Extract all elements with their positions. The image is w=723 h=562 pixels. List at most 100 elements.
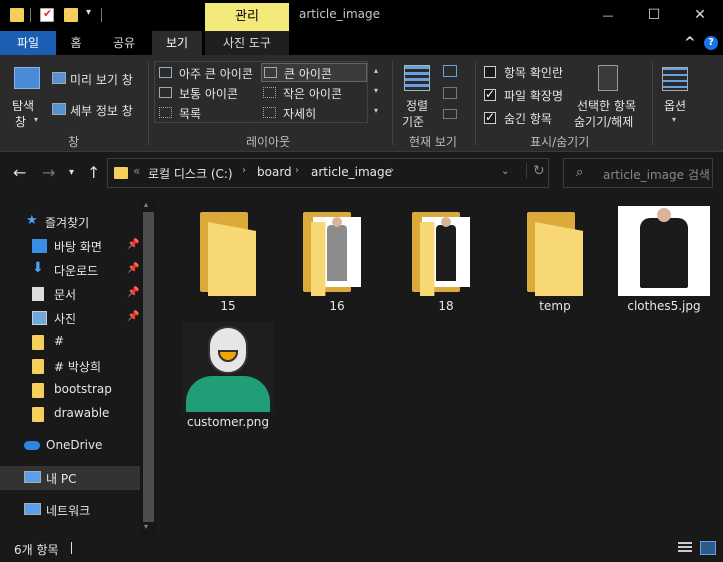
customize-quick-access-icon[interactable]: ▾	[86, 7, 91, 18]
recent-locations-icon[interactable]: ▾	[69, 167, 74, 178]
address-bar[interactable]: « 로컬 디스크 (C:) › board › article_image › …	[107, 158, 549, 188]
scroll-down-icon[interactable]: ▾	[144, 522, 148, 531]
layout-large-icons[interactable]: 큰 아이콘	[261, 63, 367, 82]
nav-folder-drawable[interactable]: drawable	[0, 402, 140, 426]
folder-icon	[114, 167, 128, 179]
nav-scrollbar-thumb[interactable]	[143, 212, 154, 522]
size-columns-icon[interactable]	[443, 109, 457, 119]
text-cursor	[71, 542, 72, 554]
chevron-right-icon[interactable]: ›	[242, 165, 246, 176]
scroll-up-icon[interactable]: ▴	[144, 200, 148, 209]
group-show-hide-label: 표시/숨기기	[530, 135, 590, 149]
tab-view[interactable]: 보기	[152, 31, 202, 55]
chevron-right-icon[interactable]: ›	[295, 165, 299, 176]
new-folder-icon[interactable]	[64, 8, 78, 22]
options-button[interactable]: 옵션 ▾	[658, 63, 698, 133]
add-columns-icon[interactable]	[443, 87, 457, 99]
file-item[interactable]: clothes5.jpg	[614, 206, 714, 326]
extra-large-icons-icon	[159, 67, 172, 78]
hide-selected-button[interactable]: 선택한 항목 숨기기/해제	[574, 63, 648, 133]
coat-icon	[436, 225, 456, 281]
properties-icon[interactable]: ✔	[40, 7, 54, 22]
folder-icon	[32, 383, 44, 398]
breadcrumb-prefix[interactable]: «	[133, 164, 140, 178]
nav-downloads[interactable]: ⬇ 다운로드 📌	[0, 258, 140, 282]
nav-quick-access[interactable]: ★ 즐겨찾기	[0, 210, 140, 234]
help-icon[interactable]: ?	[704, 36, 718, 50]
forward-arrow-icon[interactable]: →	[42, 163, 55, 182]
collapse-ribbon-icon[interactable]: ^	[684, 35, 696, 51]
divider	[392, 61, 393, 145]
ribbon-tabs: 파일 홈 공유 보기 사진 도구 ^ ?	[0, 31, 723, 151]
search-box[interactable]: ⌕ article_image 검색	[563, 158, 713, 188]
file-item[interactable]: 16	[287, 206, 387, 326]
tab-share[interactable]: 공유	[100, 31, 148, 55]
pin-icon[interactable]: 📌	[127, 287, 139, 298]
layout-extra-large-icons[interactable]: 아주 큰 아이콘	[157, 64, 261, 82]
search-input[interactable]: article_image 검색	[603, 166, 710, 183]
details-pane-button[interactable]: 세부 정보 창	[70, 102, 133, 119]
minimize-button[interactable]: —	[585, 0, 631, 31]
layout-medium-icons[interactable]: 보통 아이콘	[157, 84, 261, 102]
nav-folder-park[interactable]: # 박상희	[0, 354, 140, 378]
sort-by-button[interactable]: 정렬 기준	[398, 63, 440, 133]
breadcrumb-board[interactable]: board	[257, 165, 292, 179]
chevron-right-icon[interactable]: ›	[390, 165, 394, 176]
preview-pane-button[interactable]: 미리 보기 창	[70, 71, 133, 88]
large-icons-view-icon[interactable]	[700, 541, 716, 555]
large-icons-label: 큰 아이콘	[284, 67, 332, 81]
file-item[interactable]: 18	[396, 206, 496, 326]
sort-icon	[404, 65, 430, 91]
image-thumbnail	[618, 206, 710, 296]
details-label: 자세히	[283, 107, 317, 121]
file-name: temp	[539, 299, 571, 313]
layout-scroll[interactable]: ▴ ▾ ▾	[369, 61, 383, 123]
up-arrow-icon[interactable]: ↑	[87, 163, 100, 182]
nav-desktop[interactable]: 바탕 화면 📌	[0, 234, 140, 258]
file-extensions-checkbox[interactable]	[484, 87, 496, 101]
nav-onedrive[interactable]: OneDrive	[0, 434, 140, 458]
nav-this-pc[interactable]: 내 PC	[0, 466, 140, 490]
group-by-icon[interactable]	[443, 65, 457, 77]
group-current-view-label: 현재 보기	[409, 135, 457, 149]
layout-small-icons[interactable]: 작은 아이콘	[261, 84, 365, 102]
navigation-pane-button[interactable]: 탐색 창 ▾	[6, 63, 46, 131]
face-icon	[332, 217, 342, 227]
back-arrow-icon[interactable]: ←	[13, 163, 26, 182]
tab-home[interactable]: 홈	[56, 31, 96, 55]
file-item[interactable]: temp	[505, 206, 605, 326]
nav-network[interactable]: 네트워크	[0, 498, 140, 522]
details-view-icon[interactable]	[678, 542, 692, 554]
address-dropdown-icon[interactable]: ⌄	[501, 166, 509, 177]
nav-documents[interactable]: 문서 📌	[0, 282, 140, 306]
nav-folder-hash[interactable]: #	[0, 330, 140, 354]
nav-folder-bootstrap[interactable]: bootstrap	[0, 378, 140, 402]
file-item[interactable]: 15	[178, 206, 278, 326]
manage-context-tab[interactable]: 관리	[205, 3, 289, 31]
pin-icon[interactable]: 📌	[127, 239, 139, 250]
group-layout-label: 레이아웃	[246, 135, 291, 149]
pin-icon[interactable]: 📌	[127, 263, 139, 274]
breadcrumb-local-disk[interactable]: 로컬 디스크 (C:)	[148, 165, 233, 182]
tab-picture-tools[interactable]: 사진 도구	[205, 31, 289, 55]
small-icons-icon	[263, 87, 276, 98]
file-item[interactable]: customer.png	[178, 322, 278, 442]
group-panes-label: 창	[68, 135, 80, 149]
item-checkboxes-checkbox[interactable]	[484, 66, 496, 78]
file-name: 15	[220, 299, 236, 313]
divider	[475, 61, 476, 145]
nav-this-pc-label: 내 PC	[46, 472, 77, 486]
layout-list[interactable]: 목록	[157, 104, 261, 122]
hide-selected-label2: 숨기기/해제	[574, 115, 634, 129]
large-icons-icon	[264, 67, 277, 78]
maximize-button[interactable]: ☐	[631, 0, 677, 31]
close-button[interactable]: ✕	[677, 0, 723, 31]
nav-folder-hash-label: #	[54, 334, 65, 348]
layout-details[interactable]: 자세히	[261, 104, 365, 122]
folder-icon[interactable]	[10, 8, 24, 22]
nav-pictures[interactable]: 사진 📌	[0, 306, 140, 330]
hidden-items-checkbox[interactable]	[484, 110, 496, 124]
refresh-icon[interactable]: ↻	[526, 163, 545, 179]
breadcrumb-article-image[interactable]: article_image	[311, 165, 392, 179]
pin-icon[interactable]: 📌	[127, 311, 139, 322]
